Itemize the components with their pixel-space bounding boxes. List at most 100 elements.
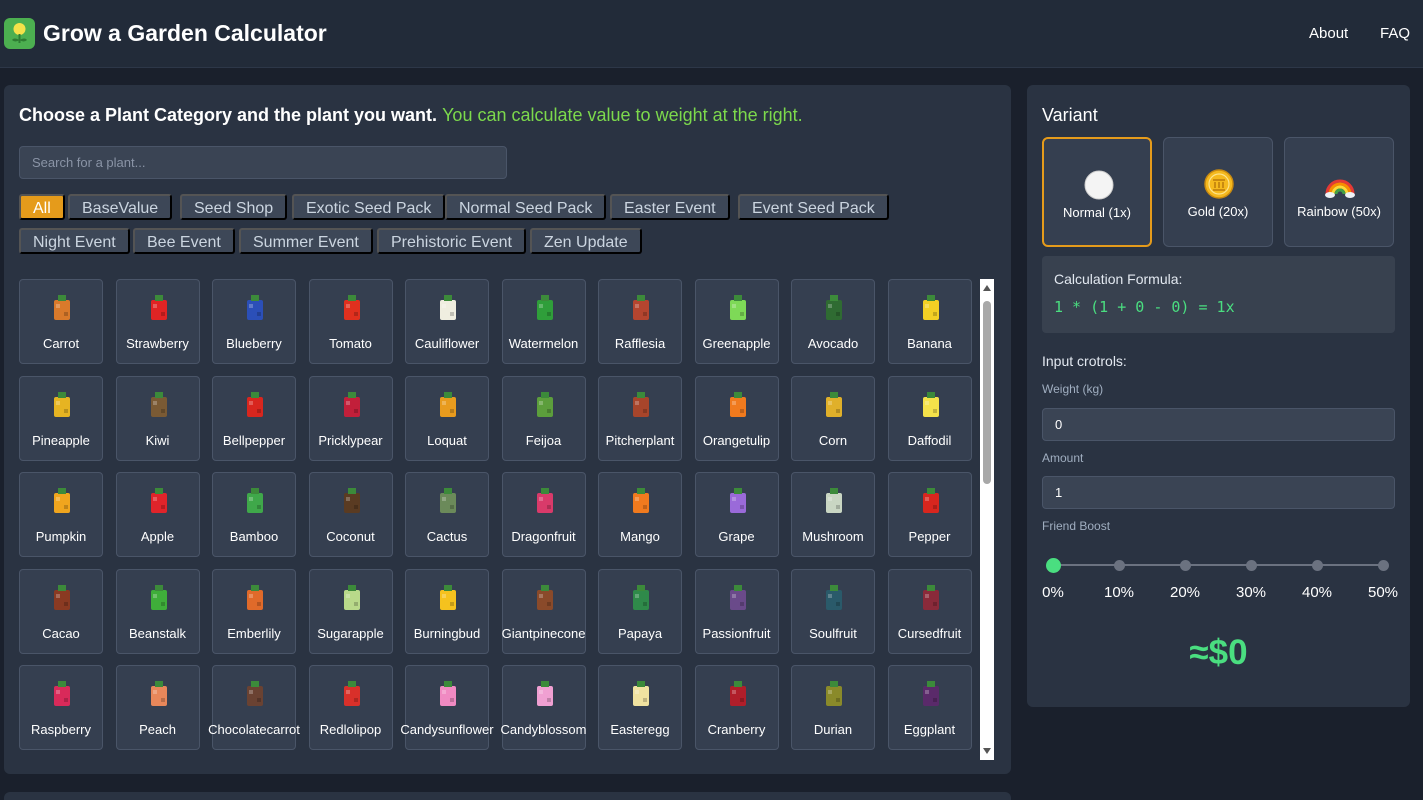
watermelon-icon — [528, 292, 562, 326]
scroll-up-arrow-icon[interactable] — [983, 285, 991, 291]
friend-boost-stop[interactable] — [1179, 559, 1191, 571]
plant-card-cursedfruit[interactable]: Cursedfruit — [887, 568, 972, 654]
plant-card-passionfruit[interactable]: Passionfruit — [694, 568, 779, 654]
nav-about-link[interactable]: About — [1309, 25, 1348, 42]
category-chip-easter-event[interactable]: Easter Event — [610, 194, 730, 220]
plant-card-cranberry[interactable]: Cranberry — [694, 665, 779, 750]
category-chip-basevalue[interactable]: BaseValue — [68, 194, 173, 220]
variant-rainbow-button[interactable]: Rainbow (50x) — [1284, 137, 1394, 247]
pricklypear-icon — [335, 389, 369, 423]
friend-boost-stop[interactable] — [1311, 559, 1323, 571]
plant-card-pineapple[interactable]: Pineapple — [19, 375, 103, 461]
plant-card-strawberry[interactable]: Strawberry — [115, 279, 200, 364]
site-title[interactable]: Grow a Garden Calculator — [43, 20, 327, 47]
category-chip-zen-update[interactable]: Zen Update — [530, 228, 642, 254]
friend-boost-option-label[interactable]: 10% — [1094, 584, 1144, 601]
plant-card-sugarapple[interactable]: Sugarapple — [308, 568, 393, 654]
plant-card-beanstalk[interactable]: Beanstalk — [115, 568, 200, 654]
plant-card-mango[interactable]: Mango — [598, 472, 682, 557]
plant-card-greenapple[interactable]: Greenapple — [694, 279, 779, 364]
corn-icon — [817, 389, 851, 423]
amount-label: Amount — [1042, 451, 1084, 465]
plant-card-corn[interactable]: Corn — [791, 375, 875, 461]
plant-search-input[interactable] — [19, 146, 507, 179]
plant-card-tomato[interactable]: Tomato — [308, 279, 393, 364]
plant-card-candysunflower[interactable]: Candysunflower — [400, 665, 494, 750]
plant-card-pitcherplant[interactable]: Pitcherplant — [598, 375, 682, 461]
plant-card-papaya[interactable]: Papaya — [598, 568, 682, 654]
friend-boost-stop[interactable] — [1245, 559, 1257, 571]
plant-card-orangetulip[interactable]: Orangetulip — [694, 375, 779, 461]
plant-card-chocolatecarrot[interactable]: Chocolatecarrot — [208, 665, 300, 750]
category-chip-bee-event[interactable]: Bee Event — [133, 228, 235, 254]
plant-card-pumpkin[interactable]: Pumpkin — [19, 472, 103, 557]
plant-card-kiwi[interactable]: Kiwi — [115, 375, 200, 461]
plant-card-avocado[interactable]: Avocado — [791, 279, 875, 364]
plant-card-raspberry[interactable]: Raspberry — [19, 665, 103, 750]
friend-boost-slider-track[interactable] — [1049, 564, 1379, 566]
friend-boost-stop[interactable] — [1113, 559, 1125, 571]
category-chip-normal-seed-pack[interactable]: Normal Seed Pack — [445, 194, 607, 220]
plant-card-daffodil[interactable]: Daffodil — [887, 375, 972, 461]
plant-card-soulfruit[interactable]: Soulfruit — [791, 568, 875, 654]
plant-card-redlolipop[interactable]: Redlolipop — [308, 665, 393, 750]
plant-card-peach[interactable]: Peach — [115, 665, 200, 750]
scroll-down-arrow-icon[interactable] — [983, 748, 991, 754]
category-chip-summer-event[interactable]: Summer Event — [239, 228, 373, 254]
plant-card-pepper[interactable]: Pepper — [887, 472, 972, 557]
plant-card-carrot[interactable]: Carrot — [19, 279, 103, 364]
variant-normal-button[interactable]: Normal (1x) — [1042, 137, 1152, 247]
logo-icon[interactable] — [4, 18, 35, 49]
friend-boost-stop[interactable] — [1045, 557, 1061, 573]
plant-card-coconut[interactable]: Coconut — [308, 472, 393, 557]
category-chip-event-seed-pack[interactable]: Event Seed Pack — [738, 194, 889, 220]
kiwi-icon — [142, 389, 176, 423]
plant-card-burningbud[interactable]: Burningbud — [405, 568, 489, 654]
plant-card-eggplant[interactable]: Eggplant — [887, 665, 972, 750]
plant-card-cactus[interactable]: Cactus — [405, 472, 489, 557]
plant-card-easteregg[interactable]: Easteregg — [598, 665, 682, 750]
plant-card-banana[interactable]: Banana — [887, 279, 972, 364]
category-chip-seed-shop[interactable]: Seed Shop — [180, 194, 288, 220]
plant-card-dragonfruit[interactable]: Dragonfruit — [501, 472, 586, 557]
plant-card-pricklypear[interactable]: Pricklypear — [308, 375, 393, 461]
friend-boost-option-label[interactable]: 50% — [1358, 584, 1408, 601]
category-chip-all[interactable]: All — [19, 194, 65, 220]
friend-boost-option-label[interactable]: 30% — [1226, 584, 1276, 601]
plant-card-mushroom[interactable]: Mushroom — [791, 472, 875, 557]
scrollbar-thumb[interactable] — [983, 301, 991, 484]
friend-boost-option-label[interactable]: 20% — [1160, 584, 1210, 601]
category-chip-prehistoric-event[interactable]: Prehistoric Event — [377, 228, 526, 254]
plant-card-apple[interactable]: Apple — [115, 472, 200, 557]
plant-name: Pineapple — [32, 432, 90, 448]
plant-card-loquat[interactable]: Loquat — [405, 375, 489, 461]
plant-card-durian[interactable]: Durian — [791, 665, 875, 750]
plant-grid: Carrot Strawberry Blueberry Tomato Cauliflow… — [19, 279, 974, 760]
category-chip-exotic-seed-pack[interactable]: Exotic Seed Pack — [292, 194, 446, 220]
plant-card-feijoa[interactable]: Feijoa — [501, 375, 586, 461]
amount-input[interactable] — [1042, 476, 1395, 509]
sugarapple-icon — [335, 582, 369, 616]
plant-card-bamboo[interactable]: Bamboo — [212, 472, 296, 557]
plant-card-cauliflower[interactable]: Cauliflower — [405, 279, 489, 364]
plant-card-giantpinecone[interactable]: Giantpinecone — [501, 568, 586, 654]
plant-card-bellpepper[interactable]: Bellpepper — [212, 375, 296, 461]
plant-card-grape[interactable]: Grape — [694, 472, 779, 557]
plant-grid-scrollbar[interactable] — [980, 279, 994, 760]
friend-boost-stop[interactable] — [1377, 559, 1389, 571]
friend-boost-option-label[interactable]: 40% — [1292, 584, 1342, 601]
weight-input[interactable] — [1042, 408, 1395, 441]
plant-name: Tomato — [329, 336, 372, 351]
plant-card-watermelon[interactable]: Watermelon — [501, 279, 586, 364]
category-chip-night-event[interactable]: Night Event — [19, 228, 130, 254]
plant-card-blueberry[interactable]: Blueberry — [212, 279, 296, 364]
cranberry-icon — [721, 678, 755, 712]
plant-card-candyblossom[interactable]: Candyblossom — [501, 665, 587, 750]
variant-gold-button[interactable]: Gold (20x) — [1163, 137, 1273, 247]
plant-card-cacao[interactable]: Cacao — [19, 568, 103, 654]
plant-card-rafflesia[interactable]: Rafflesia — [598, 279, 682, 364]
plant-name: Greenapple — [702, 336, 771, 351]
nav-faq-link[interactable]: FAQ — [1380, 25, 1410, 42]
plant-card-emberlily[interactable]: Emberlily — [212, 568, 296, 654]
friend-boost-option-label[interactable]: 0% — [1028, 584, 1078, 601]
